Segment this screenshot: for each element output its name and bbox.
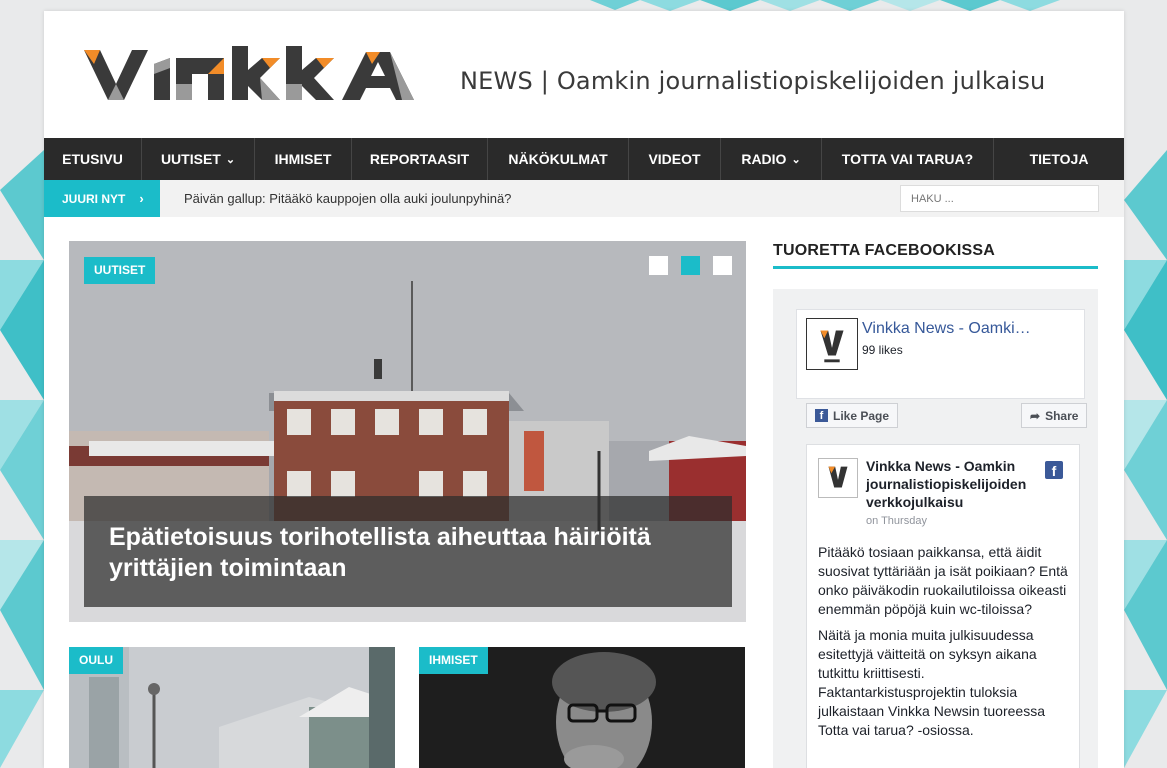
slider-dot-3[interactable]	[713, 256, 732, 275]
post-timestamp[interactable]: on Thursday	[866, 515, 927, 527]
nav-item-nakokulmat[interactable]: NÄKÖKULMAT	[488, 138, 629, 180]
slider-pagination	[649, 256, 732, 275]
featured-article-title[interactable]: Epätietoisuus torihotellista aiheuttaa h…	[109, 522, 707, 584]
sidebar-widget-title: TUORETTA FACEBOOKISSA	[773, 242, 995, 259]
facebook-post: Vinkka News - Oamkin journalistiopiskeli…	[806, 444, 1080, 768]
facebook-page-name-link[interactable]: Vinkka News - Oamki…	[862, 320, 1031, 338]
featured-article-slider[interactable]: UUTISET Epätietoisuus torihotellista aih…	[69, 241, 746, 622]
site-logo[interactable]	[84, 44, 432, 106]
page-container: NEWS | Oamkin journalistiopiskelijoiden …	[44, 11, 1124, 768]
site-header: NEWS | Oamkin journalistiopiskelijoiden …	[44, 11, 1124, 138]
nav-item-radio[interactable]: RADIO ⌄	[721, 138, 822, 180]
page-avatar[interactable]	[806, 318, 858, 370]
post-paragraph: Näitä ja monia muita julkisuudessa esite…	[818, 627, 1045, 738]
like-page-button[interactable]: f Like Page	[806, 403, 899, 428]
nav-item-etusivu[interactable]: ETUSIVU	[44, 138, 142, 180]
main-navigation: ETUSIVU UUTISET ⌄ IHMISET REPORTAASIT NÄK…	[44, 138, 1124, 180]
post-paragraph: Pitääkö tosiaan paikkansa, että äidit su…	[818, 544, 1068, 617]
like-page-label: Like Page	[833, 408, 890, 423]
share-label: Share	[1045, 408, 1079, 423]
slider-dot-2[interactable]	[681, 256, 700, 275]
nav-label: ETUSIVU	[62, 151, 123, 167]
sidebar-title-underline	[773, 266, 1098, 269]
chevron-down-icon: ⌄	[225, 153, 236, 166]
nav-label: RADIO	[741, 151, 787, 167]
nav-item-reportaasit[interactable]: REPORTAASIT	[352, 138, 488, 180]
nav-label: VIDEOT	[648, 151, 701, 167]
article-card-ihmiset[interactable]: IHMISET	[419, 647, 745, 768]
share-button[interactable]: ➦ Share	[1021, 403, 1088, 428]
post-author-avatar[interactable]	[818, 458, 858, 498]
nav-item-tietoja[interactable]: TIETOJA	[994, 138, 1124, 180]
category-badge[interactable]: IHMISET	[419, 647, 488, 674]
slider-dot-1[interactable]	[649, 256, 668, 275]
post-author-name[interactable]: Vinkka News - Oamkin journalistiopiskeli…	[866, 457, 1046, 511]
nav-label: TIETOJA	[1029, 151, 1089, 167]
nav-label: UUTISET	[160, 151, 221, 167]
nav-label: NÄKÖKULMAT	[508, 151, 608, 167]
news-ticker: JUURI NYT › Päivän gallup: Pitääkö kaupp…	[44, 180, 1124, 217]
ticker-headline-link[interactable]: Päivän gallup: Pitääkö kauppojen olla au…	[184, 191, 511, 206]
nav-item-uutiset[interactable]: UUTISET ⌄	[142, 138, 255, 180]
facebook-icon: f	[815, 409, 828, 422]
nav-item-ihmiset[interactable]: IHMISET	[255, 138, 352, 180]
nav-item-videot[interactable]: VIDEOT	[629, 138, 721, 180]
category-badge[interactable]: UUTISET	[84, 257, 156, 284]
facebook-logo-icon[interactable]: f	[1045, 461, 1063, 479]
site-tagline: NEWS | Oamkin journalistiopiskelijoiden …	[460, 67, 1046, 95]
nav-label: TOTTA VAI TARUA?	[841, 151, 974, 167]
chevron-right-icon: ›	[139, 191, 144, 206]
share-icon: ➦	[1030, 408, 1041, 423]
nav-label: REPORTAASIT	[369, 151, 470, 167]
facebook-widget: Vinkka News - Oamki… 99 likes f Like Pag…	[773, 289, 1098, 768]
facebook-page-header: Vinkka News - Oamki… 99 likes	[796, 309, 1085, 399]
article-card-oulu[interactable]: OULU	[69, 647, 395, 768]
ticker-label: JUURI NYT ›	[44, 180, 160, 217]
post-body: Pitääkö tosiaan paikkansa, että äidit su…	[818, 543, 1070, 747]
category-badge[interactable]: OULU	[69, 647, 123, 674]
facebook-likes-count: 99 likes	[862, 343, 903, 357]
search-input[interactable]	[900, 185, 1099, 212]
featured-caption: Epätietoisuus torihotellista aiheuttaa h…	[84, 496, 732, 607]
chevron-down-icon: ⌄	[791, 153, 801, 166]
nav-label: IHMISET	[274, 151, 332, 167]
ticker-label-text: JUURI NYT	[62, 191, 126, 206]
nav-item-totta-vai-tarua[interactable]: TOTTA VAI TARUA?	[822, 138, 994, 180]
